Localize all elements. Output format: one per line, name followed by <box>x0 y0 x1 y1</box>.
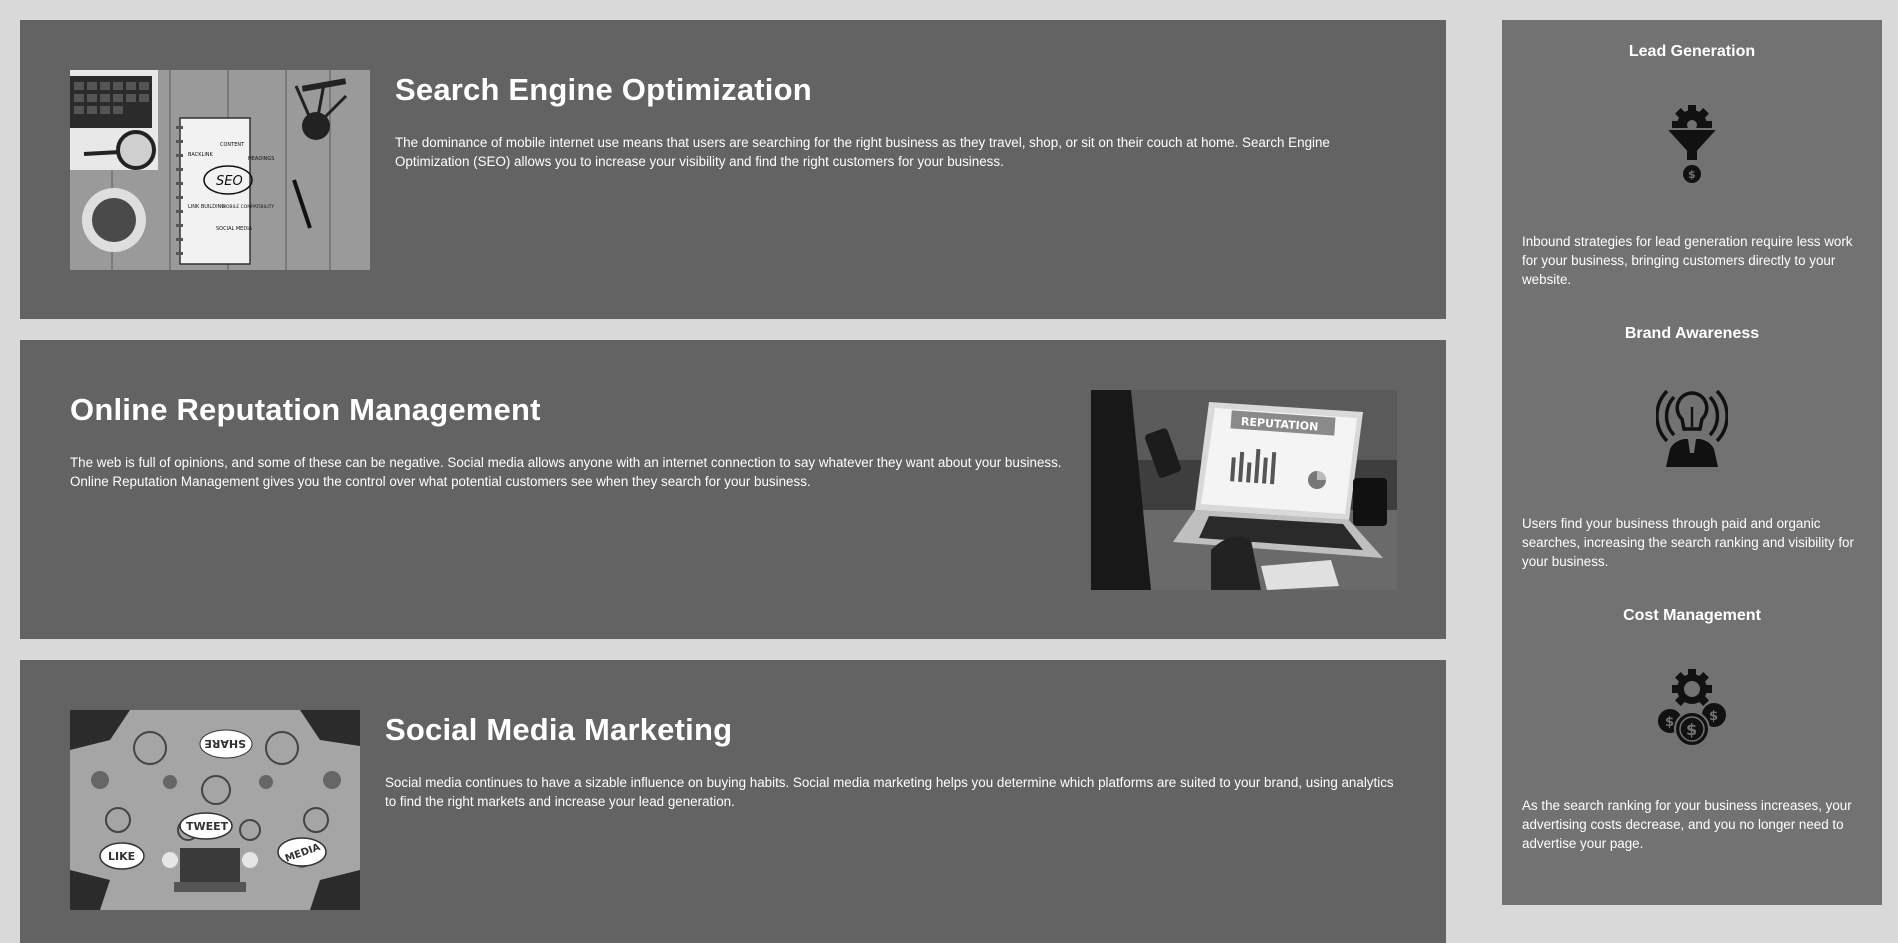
feature-lead-generation: Lead Generation $ Inbound strategies for… <box>1502 20 1882 302</box>
lead-funnel-icon: $ <box>1656 105 1728 185</box>
feature-brand-awareness: Brand Awareness Users find your business… <box>1502 302 1882 584</box>
seo-image-label: SEO <box>216 174 243 189</box>
feature-description: Inbound strategies for lead generation r… <box>1522 234 1853 287</box>
service-title: Search Engine Optimization <box>395 72 812 107</box>
service-card-reputation: Online Reputation Management The web is … <box>20 340 1446 639</box>
seo-notebook-image: SEO CONTENT HEADINGS BACKLINK LINK BUILD… <box>70 70 370 270</box>
gear-dollar-icon: $ $ $ <box>1656 669 1728 749</box>
content-image-label: CONTENT <box>220 142 245 148</box>
link-building-image-label: LINK BUILDING <box>188 204 225 210</box>
social-media-table-image: SHARE TWEET LIKE MEDIA <box>70 710 360 910</box>
features-sidebar: Lead Generation $ Inbound strategies for… <box>1502 20 1882 905</box>
service-title: Online Reputation Management <box>70 392 541 427</box>
service-card-social-media: SHARE TWEET LIKE MEDIA Social Media Mark… <box>20 660 1446 943</box>
social-media-image-label: SOCIAL MEDIA <box>216 226 253 232</box>
svg-text:$: $ <box>1688 168 1696 181</box>
service-description: Social media continues to have a sizable… <box>385 775 1394 809</box>
service-description: The web is full of opinions, and some of… <box>70 455 1062 489</box>
feature-description: Users find your business through paid an… <box>1522 516 1854 569</box>
like-image-label: LIKE <box>108 850 135 863</box>
reputation-laptop-image: REPUTATION <box>1091 390 1397 590</box>
feature-title: Brand Awareness <box>1624 325 1760 342</box>
share-image-label: SHARE <box>204 737 246 750</box>
feature-cost-management: Cost Management $ $ $ As the search rank… <box>1502 584 1882 866</box>
mobile-compatibility-image-label: MOBILE COMPATIBILITY <box>222 204 274 210</box>
feature-title: Lead Generation <box>1628 43 1756 60</box>
svg-text:$: $ <box>1686 720 1697 739</box>
service-card-seo: SEO CONTENT HEADINGS BACKLINK LINK BUILD… <box>20 20 1446 319</box>
feature-description: As the search ranking for your business … <box>1522 798 1852 851</box>
svg-text:$: $ <box>1709 709 1718 724</box>
feature-title: Cost Management <box>1623 607 1761 624</box>
headings-image-label: HEADINGS <box>248 156 274 162</box>
svg-text:$: $ <box>1665 715 1674 730</box>
lightbulb-person-icon <box>1655 387 1729 467</box>
backlink-image-label: BACKLINK <box>188 152 214 158</box>
service-title: Social Media Marketing <box>385 712 733 747</box>
tweet-image-label: TWEET <box>186 820 229 833</box>
service-description: The dominance of mobile internet use mea… <box>395 135 1330 169</box>
